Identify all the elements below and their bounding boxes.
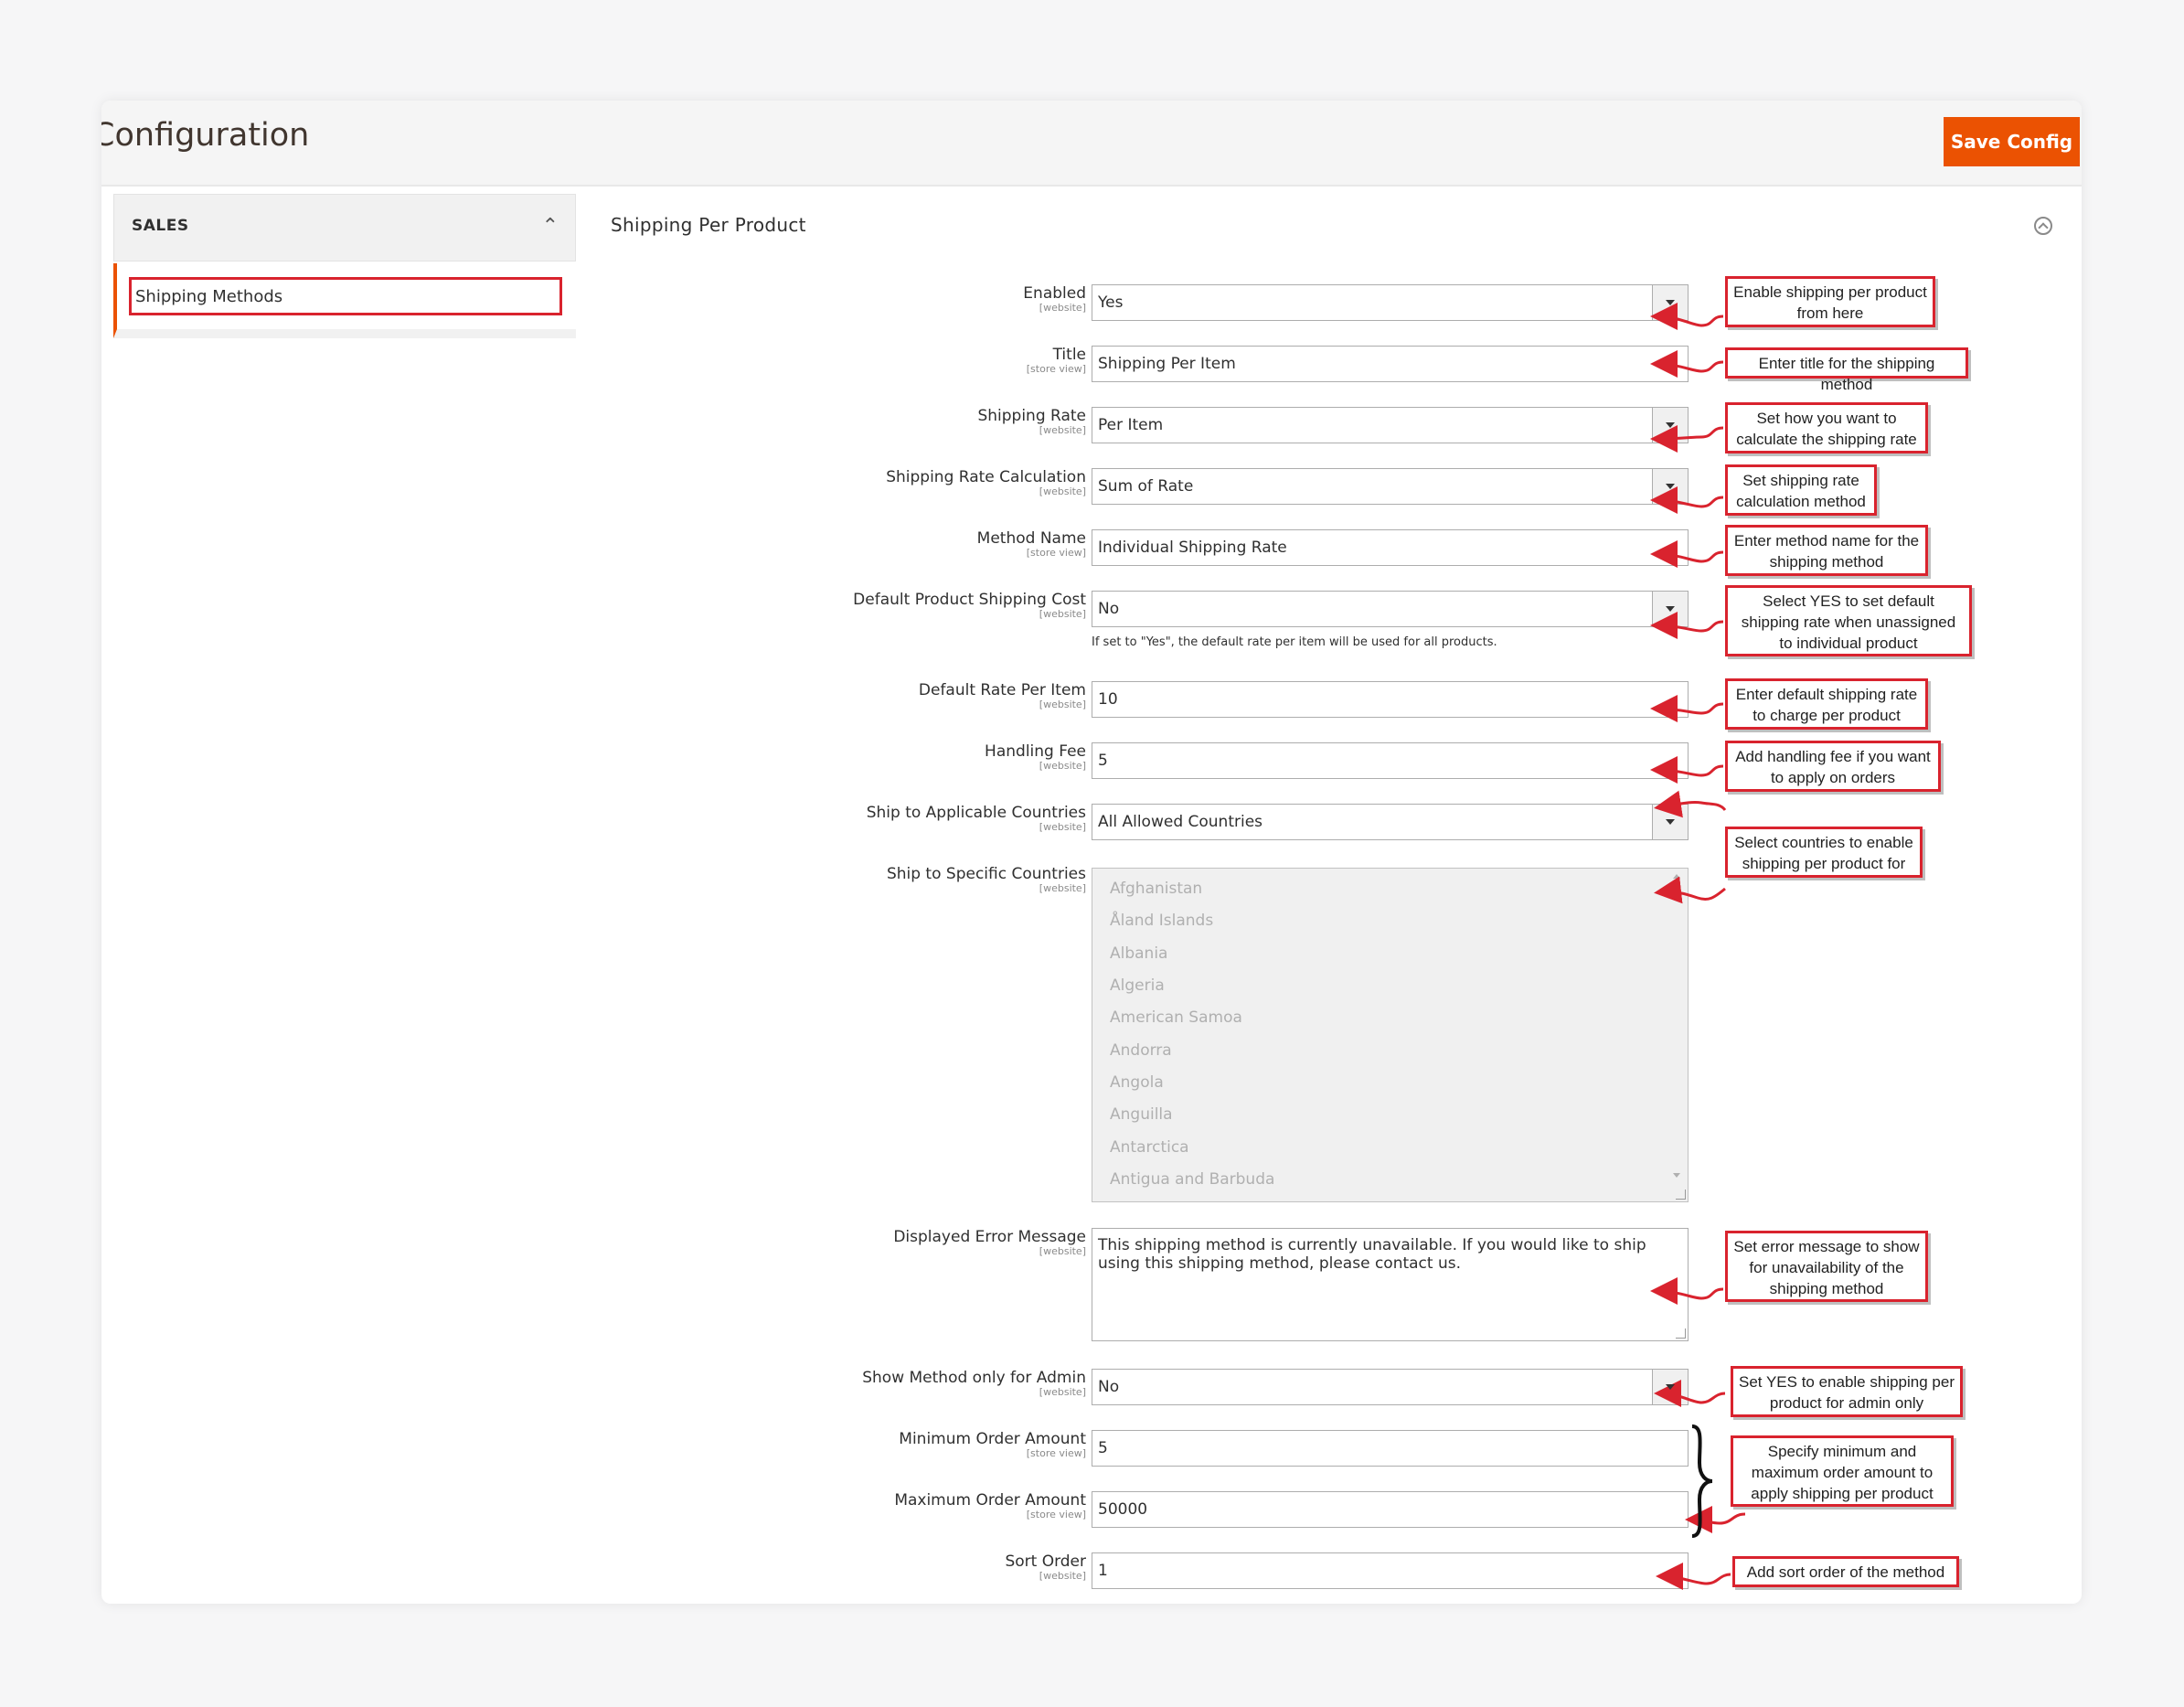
callout-shipping-rate: Set how you want to calculate the shippi…: [1725, 402, 1928, 453]
configuration-panel: Configuration Save Config SALES ⌃ Shippi…: [101, 101, 2082, 1604]
arrow-specific-countries: [1654, 876, 1726, 904]
arrow-enabled: [1650, 303, 1724, 331]
arrow-handling-fee: [1650, 756, 1724, 784]
chevron-down-icon: [1666, 1384, 1675, 1390]
arrow-rate-calculation: [1650, 486, 1724, 515]
arrow-applicable-countries: [1654, 790, 1727, 818]
arrow-sort-order: [1656, 1563, 1731, 1591]
arrow-title: [1650, 350, 1724, 379]
callout-error-message: Set error message to show for unavailabi…: [1725, 1231, 1928, 1302]
callout-title: Enter title for the shipping method: [1725, 347, 1968, 393]
callout-admin-only: Set YES to enable shipping per product f…: [1731, 1366, 1963, 1417]
callout-enabled: Enable shipping per product from here: [1725, 276, 1935, 327]
callout-default-cost: Select YES to set default shipping rate …: [1725, 585, 1972, 656]
arrow-default-cost: [1650, 612, 1724, 640]
arrow-error-message: [1650, 1277, 1724, 1306]
callout-countries: Select countries to enable shipping per …: [1725, 827, 1923, 878]
arrow-shipping-rate: [1650, 424, 1724, 453]
chevron-down-icon: [1666, 606, 1675, 612]
chevron-down-icon: [1666, 422, 1675, 428]
callout-rate-calculation: Set shipping rate calculation method: [1725, 464, 1877, 516]
chevron-down-icon: [1666, 484, 1675, 489]
callout-sort-order: Add sort order of the method: [1732, 1556, 1959, 1587]
arrow-method-name: [1650, 540, 1724, 569]
callout-order-amount: Specify minimum and maximum order amount…: [1731, 1435, 1954, 1507]
chevron-down-icon: [1666, 300, 1675, 305]
arrow-admin-only: [1654, 1380, 1726, 1408]
callout-default-rate: Enter default shipping rate to charge pe…: [1725, 678, 1928, 730]
chevron-down-icon: [1666, 819, 1675, 825]
arrow-default-rate: [1650, 695, 1724, 723]
callout-method-name: Enter method name for the shipping metho…: [1725, 525, 1928, 576]
callout-handling-fee: Add handling fee if you want to apply on…: [1725, 741, 1941, 792]
